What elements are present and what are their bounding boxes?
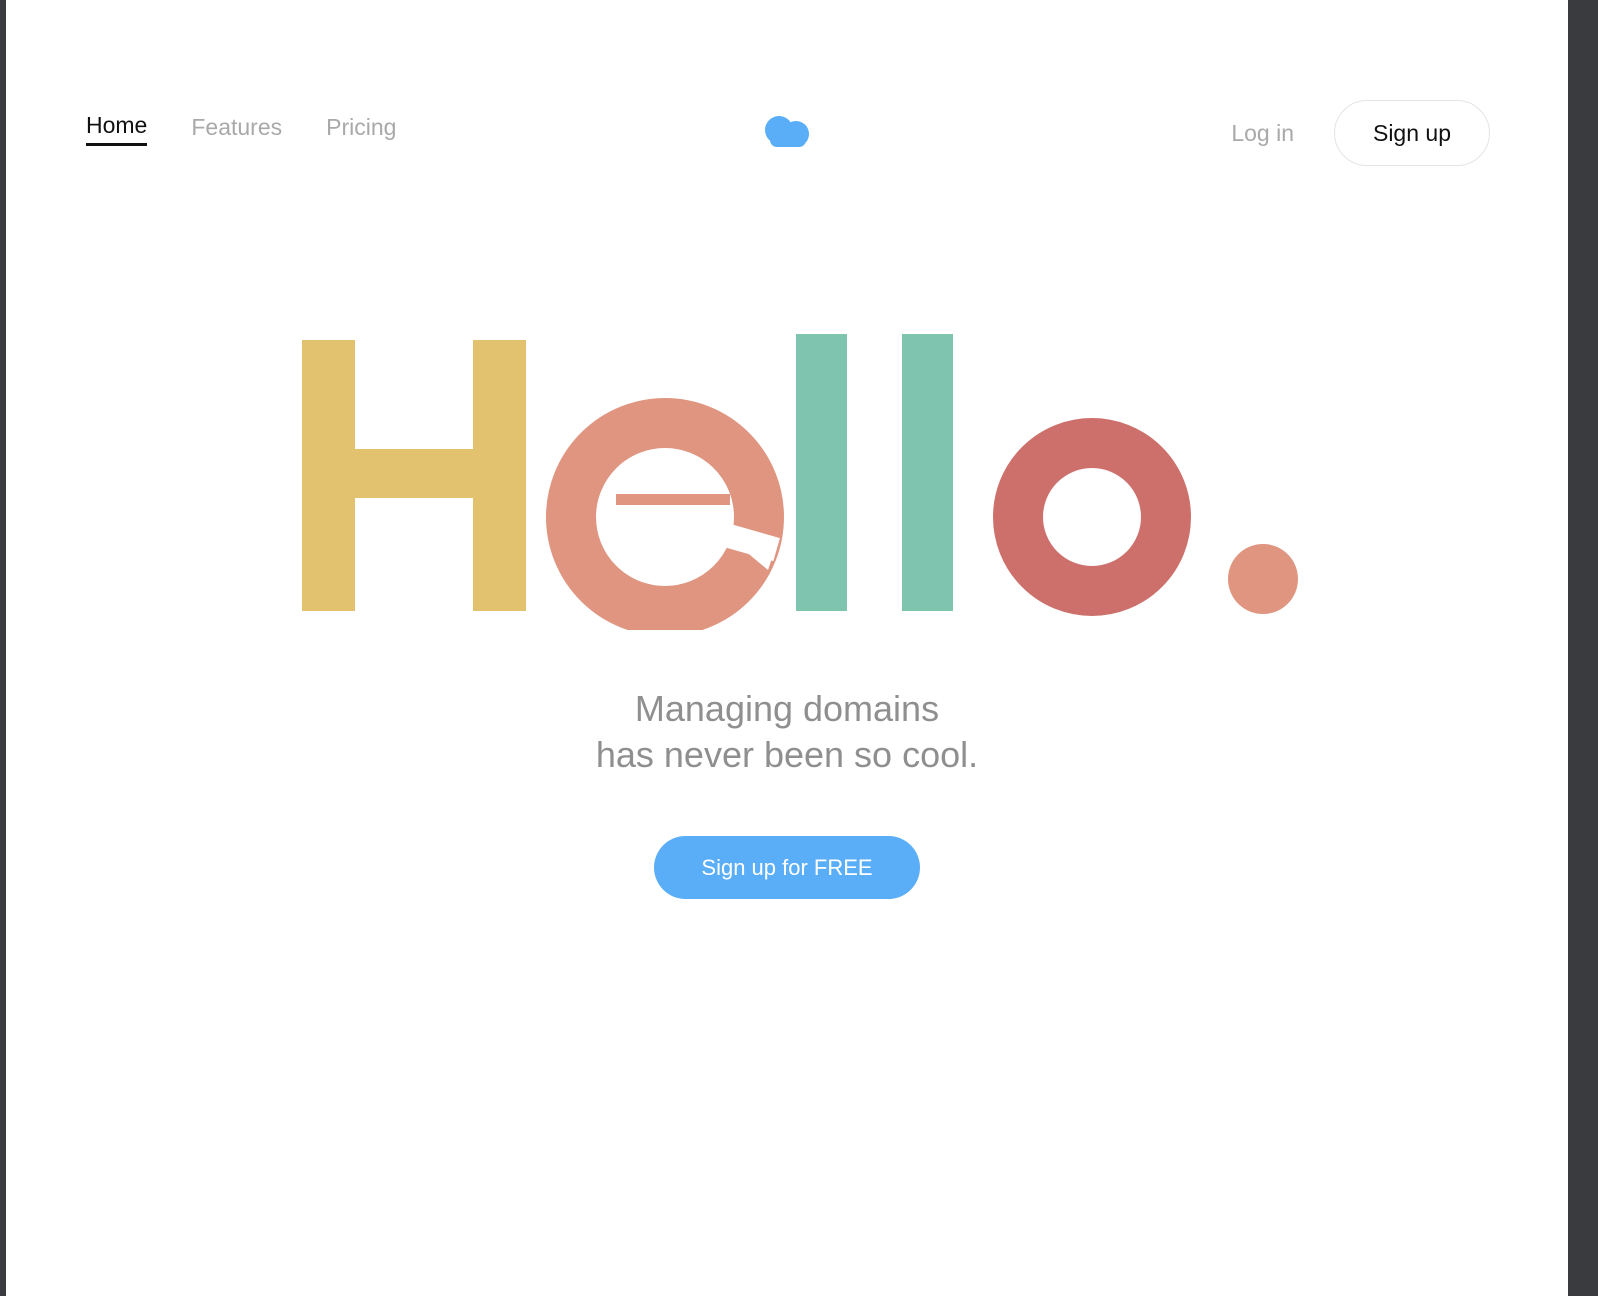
nav-item-features[interactable]: Features (191, 114, 282, 145)
tagline-line-1: Managing domains (634, 688, 940, 729)
signup-free-button[interactable]: Sign up for FREE (654, 836, 920, 899)
nav-item-pricing[interactable]: Pricing (326, 114, 396, 145)
page: Home Features Pricing Log in Sign up Man… (6, 0, 1568, 1296)
auth-nav: Log in Sign up (1231, 100, 1490, 166)
tagline-line-2: has never been so cool. (595, 734, 979, 775)
login-link[interactable]: Log in (1231, 120, 1294, 147)
hello-wordmark-graphic (302, 334, 1298, 630)
hero-tagline: Managing domains has never been so cool. (6, 686, 1568, 778)
main-nav: Home Features Pricing (86, 112, 396, 146)
nav-item-home[interactable]: Home (86, 112, 148, 146)
cloud-icon[interactable] (762, 112, 814, 152)
hero-letter-e (546, 398, 784, 630)
hero-letter-ll (796, 334, 953, 611)
hero-letter-o (993, 418, 1191, 616)
hero-letter-h (302, 340, 526, 611)
hero-period-dot (1228, 544, 1298, 614)
signup-button[interactable]: Sign up (1334, 100, 1490, 166)
hero-wordmark (298, 330, 1318, 630)
